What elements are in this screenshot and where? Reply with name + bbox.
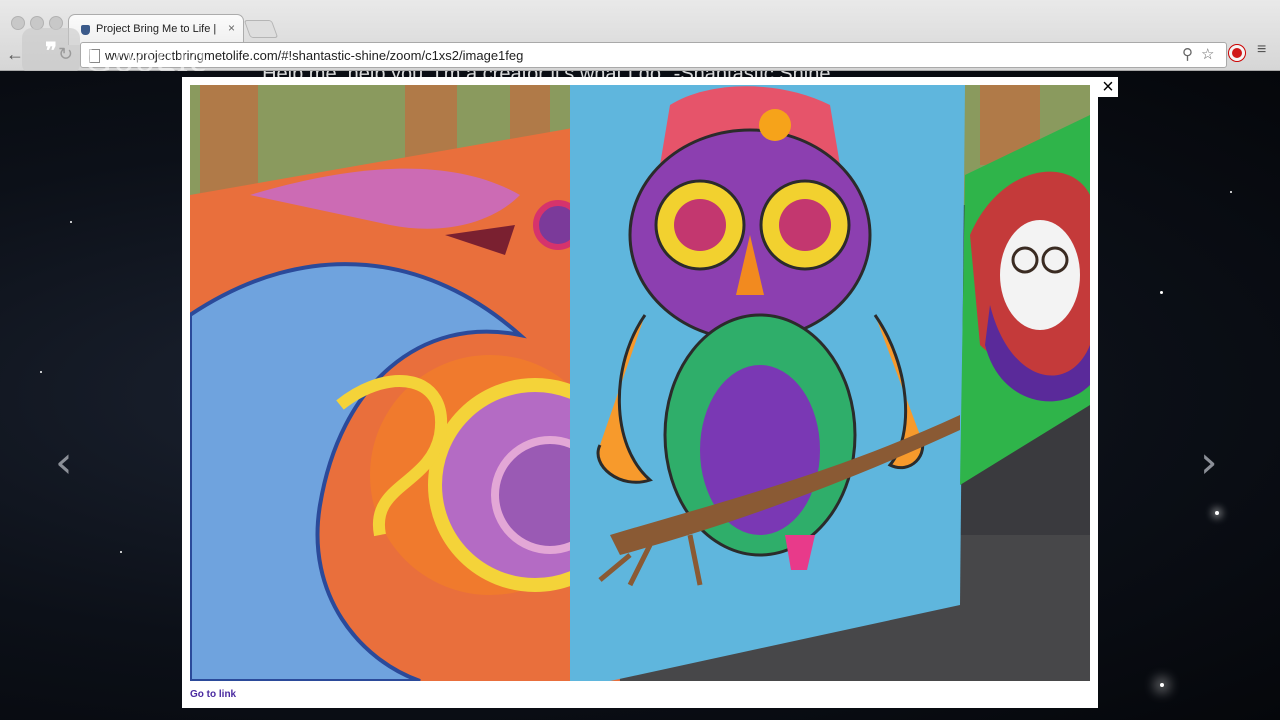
url-text: www.projectbringmetolife.com/#!shantasti… — [105, 48, 524, 63]
title-bar: Project Bring Me to Life | S × — [0, 6, 1280, 45]
star — [1230, 191, 1232, 193]
browser-chrome: Project Bring Me to Life | S × ← ↻ www.p… — [0, 0, 1280, 71]
page-icon — [89, 49, 100, 63]
address-bar[interactable]: www.projectbringmetolife.com/#!shantasti… — [80, 42, 1227, 68]
extension-icon[interactable] — [1229, 45, 1245, 61]
new-tab-button[interactable] — [243, 20, 279, 38]
navigation-bar: ← ↻ www.projectbringmetolife.com/#!shant… — [0, 38, 1280, 70]
star — [120, 551, 122, 553]
image-lightbox — [182, 77, 1098, 708]
hangout-quote-icon: ❞ — [22, 28, 80, 74]
star — [1160, 291, 1163, 294]
star — [70, 221, 72, 223]
tab-title: Project Bring Me to Life | S — [96, 23, 216, 35]
go-to-link[interactable]: Go to link — [190, 689, 236, 700]
close-window-button[interactable] — [11, 16, 25, 30]
star — [1215, 511, 1219, 515]
star — [1160, 683, 1164, 687]
tab-close-icon[interactable]: × — [228, 21, 235, 35]
close-lightbox-button[interactable]: × — [1098, 77, 1118, 97]
bookmark-star-icon[interactable]: ☆ — [1201, 45, 1214, 63]
site-favicon-icon — [81, 25, 90, 35]
search-icon[interactable]: ⚲ — [1182, 45, 1193, 63]
next-image-arrow-icon[interactable]: › — [1200, 441, 1218, 485]
previous-image-arrow-icon[interactable]: ‹ — [55, 441, 73, 485]
menu-icon[interactable]: ≡ — [1257, 41, 1266, 59]
star — [40, 371, 42, 373]
artwork-photo — [190, 85, 1090, 681]
